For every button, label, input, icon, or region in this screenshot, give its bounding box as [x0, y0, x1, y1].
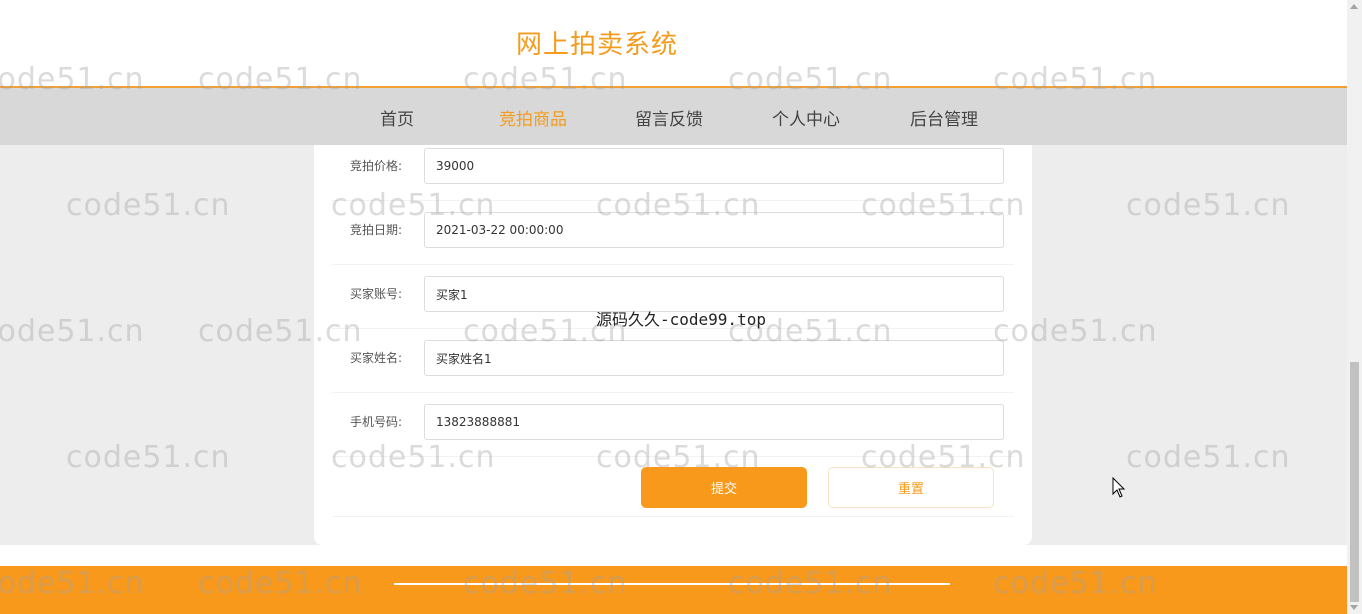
- watermark-text: code51.cn: [66, 440, 231, 475]
- bid-price-label: 竞拍价格:: [350, 159, 403, 173]
- buyer-name-label: 买家姓名:: [350, 351, 403, 365]
- main-nav: 首页 竞拍商品 留言反馈 个人中心 后台管理: [0, 88, 1347, 145]
- watermark-text: code51.cn: [1126, 188, 1291, 223]
- scroll-thumb[interactable]: [1350, 362, 1359, 602]
- footer-spacer: [0, 545, 1347, 566]
- site-title: 网上拍卖系统: [516, 30, 679, 60]
- phone-input[interactable]: [424, 404, 1004, 440]
- scroll-down-arrow-icon[interactable]: [1350, 605, 1358, 610]
- watermark-text: code51.cn: [66, 188, 231, 223]
- form-row-bid-date: 竞拍日期:: [332, 209, 1014, 265]
- nav-item-admin[interactable]: 后台管理: [910, 105, 978, 130]
- reset-button[interactable]: 重置: [828, 467, 994, 508]
- site-header: 网上拍卖系统: [0, 0, 1347, 88]
- bid-form-card: 竞拍价格: 竞拍日期: 买家账号: 买家姓名: 手机号码: 提交 重置: [314, 145, 1032, 545]
- footer-divider: [394, 583, 950, 585]
- site-footer: [0, 566, 1347, 614]
- scroll-up-arrow-icon[interactable]: [1350, 4, 1358, 9]
- page-scrollbar[interactable]: [1347, 0, 1362, 614]
- form-row-phone: 手机号码:: [332, 401, 1014, 457]
- buyer-account-input[interactable]: [424, 276, 1004, 312]
- bid-date-label: 竞拍日期:: [350, 223, 403, 237]
- nav-item-personal-center[interactable]: 个人中心: [772, 105, 840, 130]
- form-row-buyer-name: 买家姓名:: [332, 337, 1014, 393]
- bid-date-input[interactable]: [424, 212, 1004, 248]
- form-row-bid-price: 竞拍价格:: [332, 145, 1014, 201]
- submit-button[interactable]: 提交: [641, 467, 807, 508]
- watermark-text: code51.cn: [0, 314, 145, 349]
- form-row-buyer-account: 买家账号:: [332, 273, 1014, 329]
- phone-label: 手机号码:: [350, 415, 403, 429]
- nav-item-home[interactable]: 首页: [380, 105, 414, 130]
- nav-item-feedback[interactable]: 留言反馈: [635, 105, 703, 130]
- watermark-text: code51.cn: [1126, 440, 1291, 475]
- buyer-name-input[interactable]: [424, 340, 1004, 376]
- bid-price-input[interactable]: [424, 148, 1004, 184]
- buyer-account-label: 买家账号:: [350, 287, 403, 301]
- mouse-pointer-icon: [1112, 477, 1126, 498]
- form-actions: 提交 重置: [332, 457, 1014, 517]
- nav-item-auction-goods[interactable]: 竞拍商品: [499, 105, 567, 130]
